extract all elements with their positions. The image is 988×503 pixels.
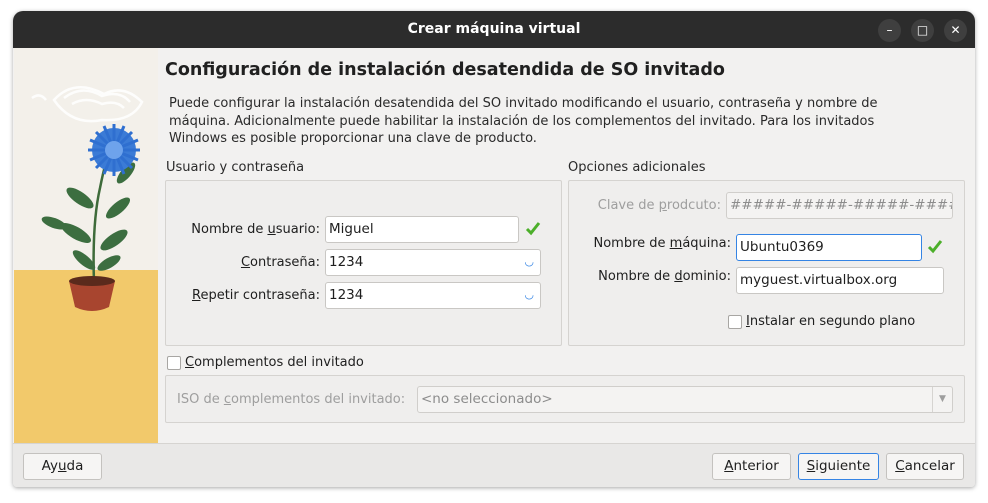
window-title: Crear máquina virtual [407,21,581,37]
guest-additions-checkbox[interactable] [167,356,181,370]
help-button[interactable]: Ayuda [23,453,102,480]
hostname-label: Nombre de máquina: [593,236,732,251]
chevron-down-icon: ▼ [932,387,952,412]
cancel-button[interactable]: Cancelar [886,453,964,480]
user-group-title: Usuario y contraseña [166,160,305,175]
hostname-valid-check-icon [927,240,943,254]
guest-additions-iso-select: <no seleccionado> ▼ [417,386,953,413]
back-button[interactable]: Anterior [712,453,791,480]
username-field[interactable]: Miguel [325,216,519,243]
plant-illustration [14,48,158,443]
button-bar: Ayuda Anterior Siguiente Cancelar [13,443,975,487]
password-visibility-icon[interactable]: ◡ [524,255,534,268]
domain-field[interactable]: myguest.virtualbox.org [736,267,944,294]
options-group-title: Opciones adicionales [568,160,706,175]
repeat-password-visibility-icon[interactable]: ◡ [524,288,534,301]
guest-additions-label[interactable]: Complementos del invitado [185,355,364,370]
repeat-password-field[interactable]: 1234 ◡ [325,282,541,309]
maximize-button[interactable]: □ [911,19,934,42]
background-install-label[interactable]: Instalar en segundo plano [746,314,915,329]
hostname-field[interactable]: Ubuntu0369 [736,234,922,261]
username-valid-check-icon [525,222,541,236]
title-bar[interactable]: Crear máquina virtual – □ ✕ [13,11,975,48]
guest-additions-iso-label: ISO de complementos del invitado: [177,392,406,407]
product-key-field: #####-#####-#####-#####-# [726,192,953,219]
background-install-checkbox[interactable] [728,315,742,329]
product-key-label: Clave de prodcuto: [597,198,721,213]
page-title: Configuración de instalación desatendida… [165,60,725,80]
password-field[interactable]: 1234 ◡ [325,249,541,276]
create-vm-dialog: Crear máquina virtual – □ ✕ Configuració… [13,11,975,487]
repeat-password-label: Repetir contraseña: [192,288,320,303]
page-description: Puede configurar la instalación desatend… [169,96,878,146]
username-label: Nombre de usuario: [191,222,320,237]
minimize-button[interactable]: – [878,19,901,42]
next-button[interactable]: Siguiente [798,453,879,480]
password-label: Contraseña: [240,255,320,270]
close-button[interactable]: ✕ [944,19,967,42]
domain-label: Nombre de dominio: [598,269,731,284]
